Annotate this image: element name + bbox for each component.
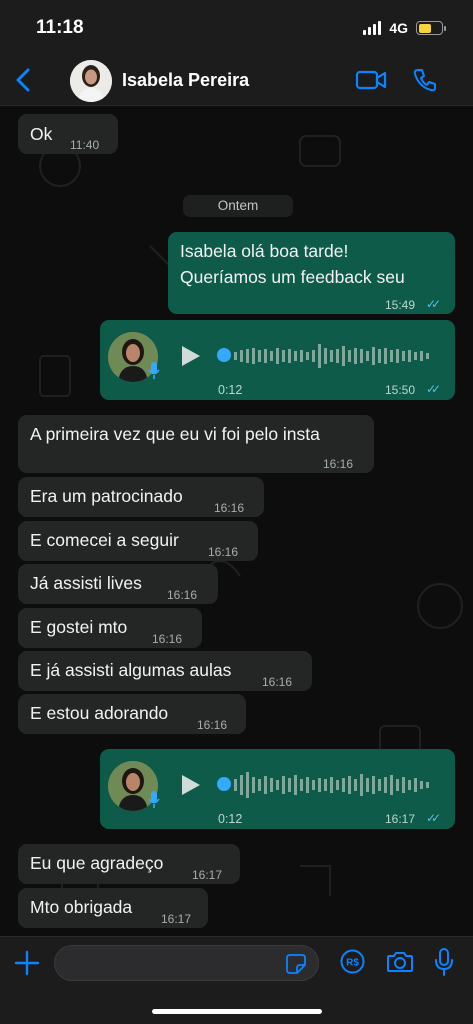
voice-message[interactable]: 0:12 16:17 ✓✓ — [100, 749, 455, 829]
chat-header: Isabela Pereira — [0, 56, 473, 106]
back-chevron-icon[interactable] — [12, 66, 36, 94]
message-text: Eu que agradeço — [30, 853, 164, 873]
mic-icon[interactable] — [433, 947, 455, 977]
message-incoming[interactable]: Já assisti lives 16:16 — [18, 564, 218, 604]
payment-icon[interactable]: R$ — [340, 949, 365, 974]
message-time: 16:16 — [167, 588, 198, 602]
message-text: E gostei mto — [30, 617, 128, 637]
signal-icon — [363, 21, 382, 35]
play-icon[interactable] — [180, 773, 202, 797]
composer-bar: R$ — [0, 936, 473, 1024]
network-type: 4G — [389, 20, 408, 36]
read-ticks-icon: ✓✓ — [426, 382, 441, 396]
status-bar: 11:18 4G — [0, 0, 473, 56]
mic-icon — [147, 790, 161, 810]
play-icon[interactable] — [180, 344, 202, 368]
message-text: Ok — [30, 124, 53, 144]
message-incoming[interactable]: Ok 11:40 — [18, 114, 118, 154]
waveform[interactable] — [234, 334, 434, 378]
message-text: E já assisti algumas aulas — [30, 660, 232, 680]
message-time: 16:16 — [197, 718, 228, 732]
read-ticks-icon: ✓✓ — [426, 811, 441, 825]
message-incoming[interactable]: E já assisti algumas aulas 16:16 — [18, 651, 312, 691]
svg-text:R$: R$ — [346, 958, 359, 969]
message-time: 16:16 — [152, 632, 183, 646]
contact-avatar[interactable] — [70, 60, 112, 102]
playback-scrubber[interactable] — [217, 777, 231, 791]
message-incoming[interactable]: Era um patrocinado 16:16 — [18, 477, 264, 517]
message-time: 15:49 — [385, 298, 416, 312]
read-ticks-icon: ✓✓ — [426, 297, 441, 311]
message-time: 16:17 — [161, 912, 192, 926]
voice-message[interactable]: 0:12 15:50 ✓✓ — [100, 320, 455, 400]
plus-icon[interactable] — [14, 950, 40, 976]
message-text: Já assisti lives — [30, 573, 142, 593]
voice-duration: 0:12 — [218, 383, 243, 397]
message-input-field[interactable] — [54, 945, 319, 981]
message-time: 16:16 — [262, 675, 293, 689]
status-indicators: 4G — [363, 20, 446, 36]
message-time: 16:17 — [385, 812, 416, 826]
date-divider: Ontem — [183, 195, 293, 217]
camera-icon[interactable] — [386, 949, 414, 974]
message-text: Mto obrigada — [30, 897, 133, 917]
message-time: 11:40 — [70, 138, 100, 152]
message-incoming[interactable]: E estou adorando 16:16 — [18, 694, 246, 734]
voice-duration: 0:12 — [218, 812, 243, 826]
video-call-icon[interactable] — [355, 68, 387, 92]
message-text-line2: Queríamos um feedback seu — [180, 267, 405, 287]
message-outgoing[interactable]: Isabela olá boa tarde! Queríamos um feed… — [168, 232, 455, 314]
status-time: 11:18 — [36, 17, 84, 38]
message-incoming[interactable]: Mto obrigada 16:17 — [18, 888, 208, 928]
message-text: E estou adorando — [30, 703, 169, 723]
playback-scrubber[interactable] — [217, 348, 231, 362]
message-time: 16:16 — [214, 501, 245, 515]
message-incoming[interactable]: E gostei mto 16:16 — [18, 608, 202, 648]
phone-icon[interactable] — [412, 67, 438, 93]
message-time: 16:16 — [323, 457, 354, 471]
chat-area[interactable]: Ok 11:40 Ontem Isabela olá boa tarde! Qu… — [0, 106, 473, 936]
sticker-icon[interactable] — [285, 953, 307, 975]
message-incoming[interactable]: E comecei a seguir 16:16 — [18, 521, 258, 561]
mic-icon — [147, 361, 161, 381]
message-incoming[interactable]: A primeira vez que eu vi foi pelo insta … — [18, 415, 374, 473]
battery-icon — [416, 21, 446, 35]
message-text: Isabela olá boa tarde! — [180, 241, 349, 261]
message-time: 16:17 — [192, 868, 223, 882]
message-time: 16:16 — [208, 545, 239, 559]
message-text: Era um patrocinado — [30, 486, 183, 506]
message-incoming[interactable]: Eu que agradeço 16:17 — [18, 844, 240, 884]
message-time: 15:50 — [385, 383, 416, 397]
message-text: A primeira vez que eu vi foi pelo insta — [30, 424, 320, 444]
message-text: E comecei a seguir — [30, 530, 179, 550]
message-input[interactable] — [69, 946, 279, 980]
home-indicator[interactable] — [152, 1009, 322, 1014]
waveform[interactable] — [234, 763, 434, 807]
contact-name[interactable]: Isabela Pereira — [122, 70, 249, 91]
